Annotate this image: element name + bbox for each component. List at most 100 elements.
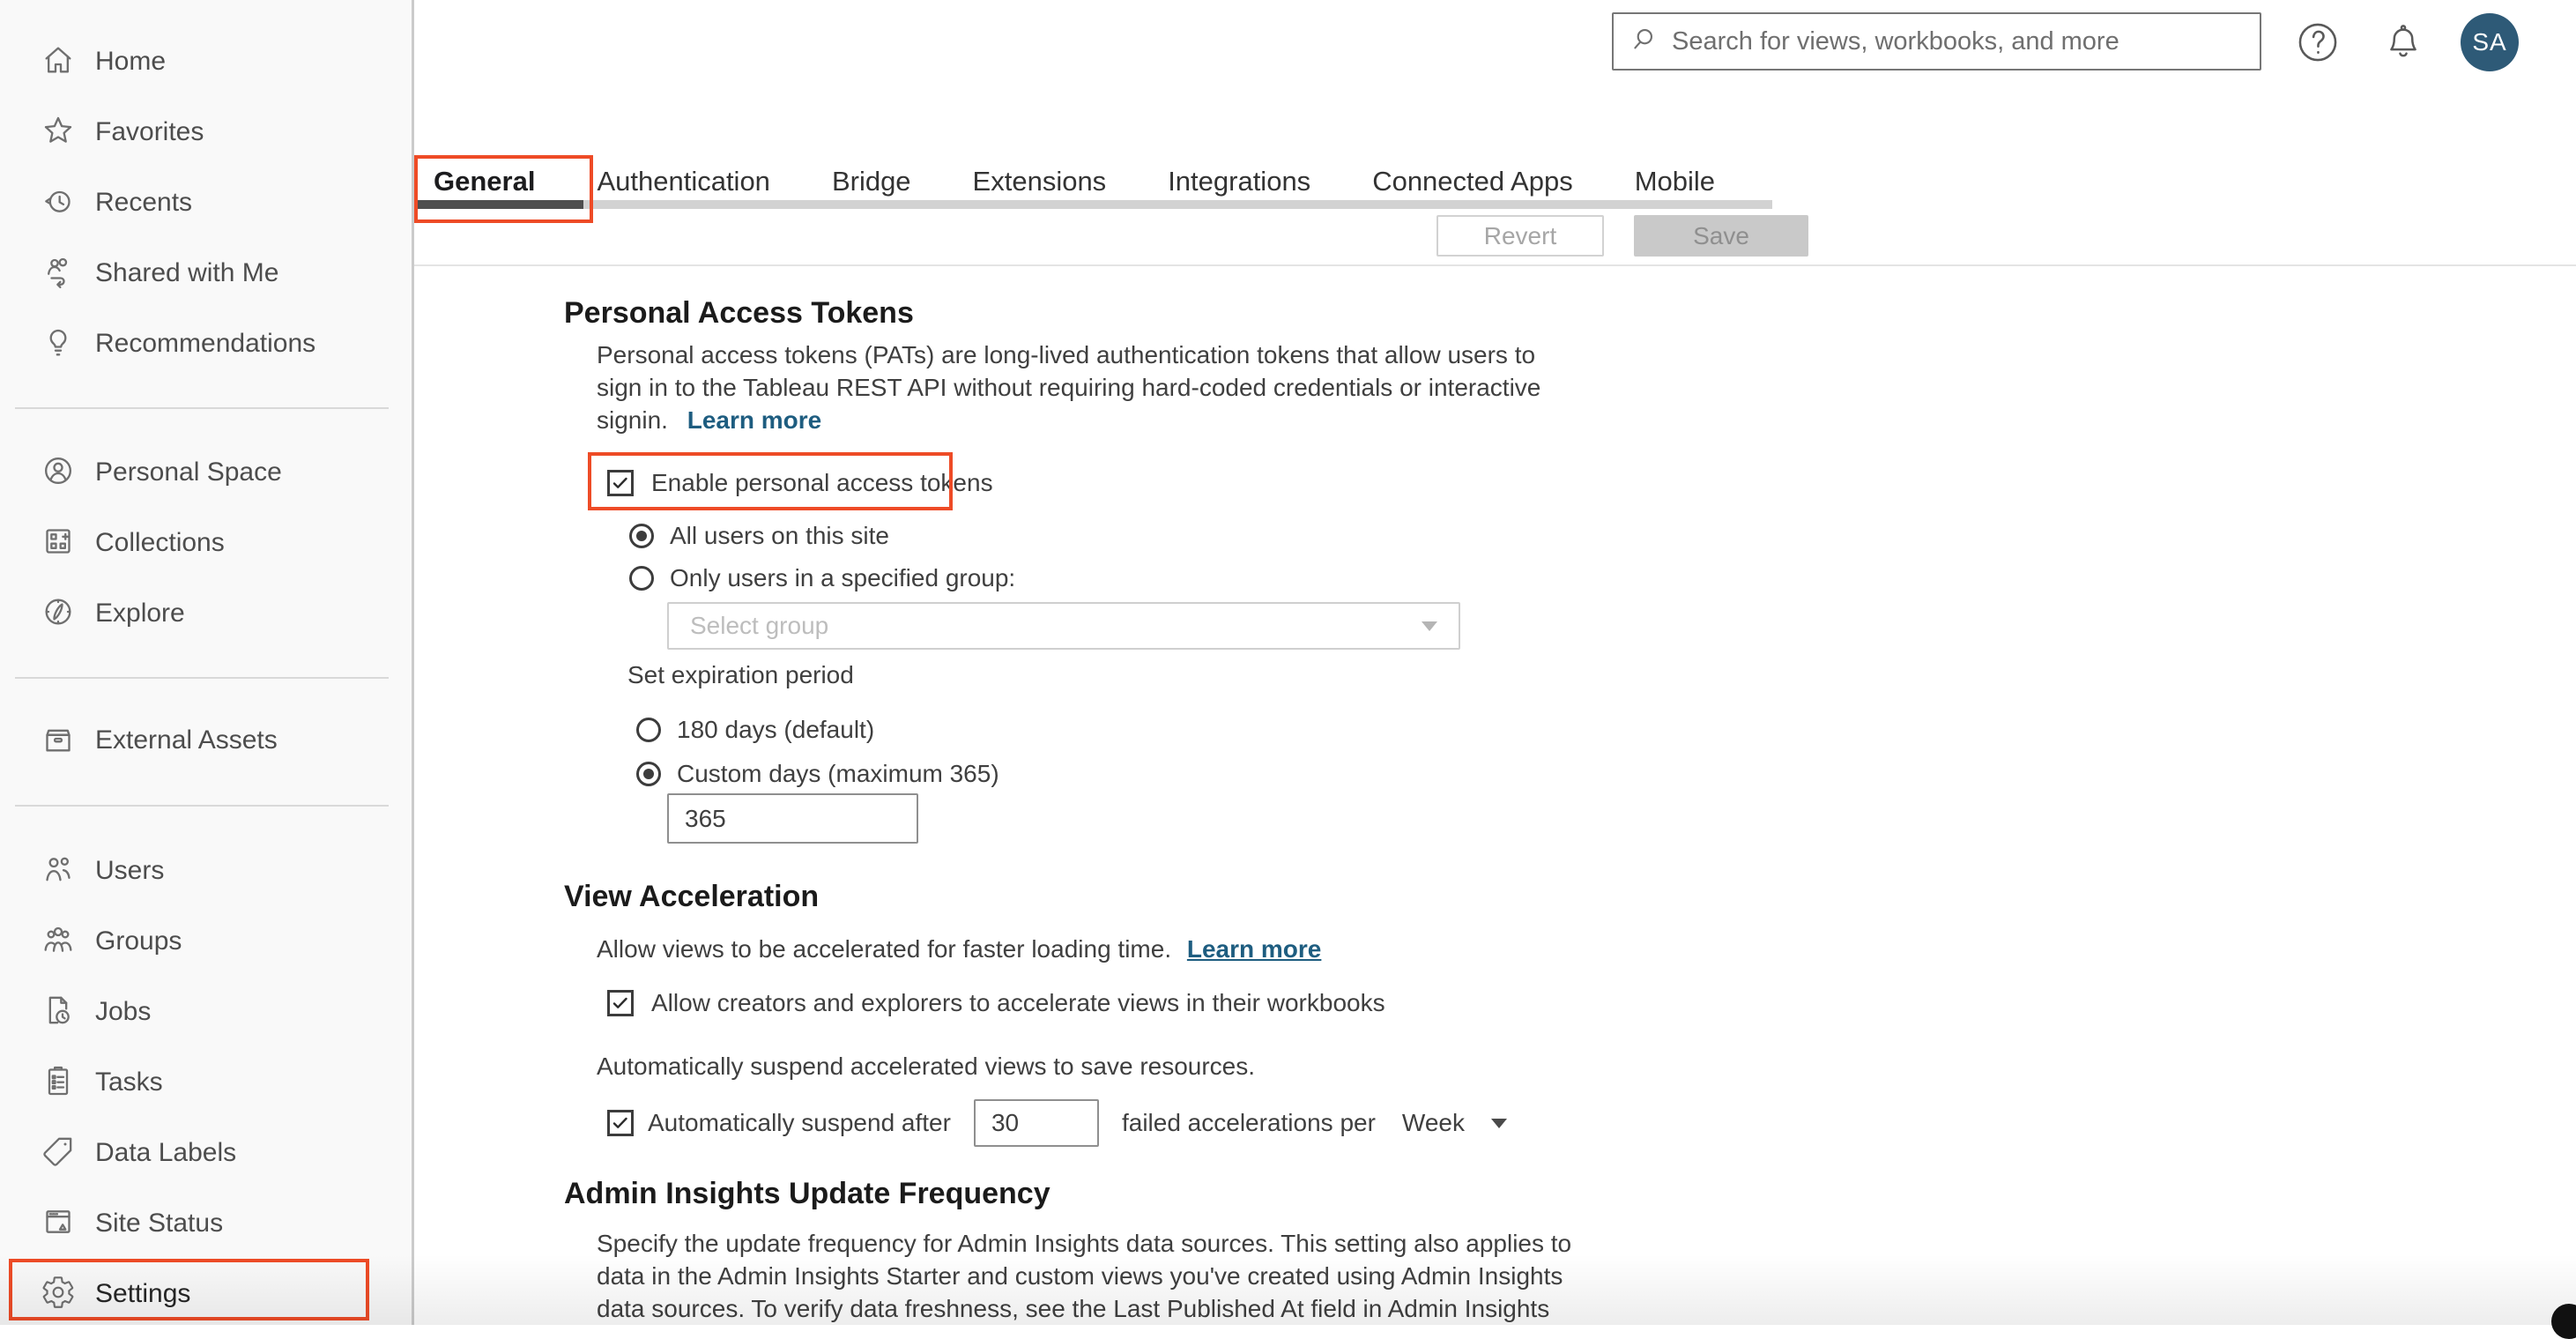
notifications-bell-icon[interactable] [2381, 21, 2425, 70]
suspend-checkbox[interactable] [607, 1110, 634, 1136]
all-users-radio[interactable] [629, 524, 654, 548]
sidebar-item-label: External Assets [95, 725, 278, 755]
sidebar-item-groups[interactable]: Groups [0, 906, 412, 977]
tab-connected-apps[interactable]: Connected Apps [1372, 166, 1573, 197]
sidebar-item-collections[interactable]: Collections [0, 508, 412, 578]
suspend-count-input[interactable] [973, 1099, 1099, 1147]
sidebar-item-jobs[interactable]: Jobs [0, 977, 412, 1047]
sidebar-item-site-status[interactable]: Site Status [0, 1188, 412, 1259]
sidebar-item-home[interactable]: Home [0, 26, 412, 97]
search-input[interactable] [1670, 26, 2260, 57]
sidebar-item-data-labels[interactable]: Data Labels [0, 1118, 412, 1188]
global-search [1612, 12, 2261, 71]
sidebar-divider [15, 805, 389, 807]
chevron-down-icon[interactable] [1491, 1118, 1507, 1128]
tab-underline-track [414, 200, 1772, 209]
enable-pat-label: Enable personal access tokens [651, 469, 993, 496]
collections-icon [41, 524, 76, 563]
custom-days-radio[interactable] [636, 762, 661, 786]
tab-integrations[interactable]: Integrations [1168, 166, 1310, 197]
tag-icon [41, 1134, 76, 1173]
site-status-icon [41, 1204, 76, 1244]
sidebar-item-explore[interactable]: Explore [0, 578, 412, 649]
explore-compass-icon [41, 594, 76, 634]
suspend-period-select[interactable]: Week [1402, 1109, 1465, 1137]
sidebar-item-users[interactable]: Users [0, 836, 412, 906]
pat-section-title: Personal Access Tokens [564, 296, 914, 330]
jobs-document-icon [41, 993, 76, 1032]
user-avatar[interactable]: SA [2461, 13, 2519, 71]
custom-days-row: Custom days (maximum 365) [636, 758, 999, 790]
tab-extensions[interactable]: Extensions [973, 166, 1107, 197]
save-button[interactable]: Save [1634, 215, 1808, 257]
select-group-dropdown[interactable]: Select group [667, 602, 1460, 650]
sidebar-item-label: Collections [95, 528, 225, 557]
sidebar-item-label: Settings [95, 1279, 191, 1308]
sidebar-item-label: Groups [95, 926, 182, 956]
pat-learn-more-link[interactable]: Learn more [687, 406, 822, 434]
groups-icon [41, 922, 76, 962]
custom-days-input[interactable] [667, 793, 918, 844]
pat-description: Personal access tokens (PATs) are long-l… [597, 341, 1541, 434]
view-accel-description: Allow views to be accelerated for faster… [597, 935, 1322, 963]
sidebar-item-label: Explore [95, 599, 185, 628]
recents-clock-icon [41, 183, 76, 223]
view-accel-section-title: View Acceleration [564, 880, 820, 913]
star-icon [41, 113, 76, 152]
tab-mobile[interactable]: Mobile [1635, 166, 1715, 197]
admin-insights-section-title: Admin Insights Update Frequency [564, 1177, 1050, 1210]
sidebar-item-tasks[interactable]: Tasks [0, 1047, 412, 1118]
lightbulb-icon [41, 324, 76, 364]
view-accel-learn-more-link[interactable]: Learn more [1187, 935, 1322, 963]
days-180-row: 180 days (default) [636, 714, 874, 746]
tasks-clipboard-icon [41, 1063, 76, 1103]
sidebar-item-label: Favorites [95, 117, 204, 146]
gear-icon [41, 1275, 76, 1314]
enable-pat-row: Enable personal access tokens [607, 462, 993, 504]
sidebar-item-settings[interactable]: Settings [0, 1259, 412, 1329]
sidebar-item-label: Recents [95, 188, 193, 217]
admin-insights-description: Specify the update frequency for Admin I… [597, 1230, 1572, 1322]
suspend-row: Automatically suspend after failed accel… [607, 1098, 1507, 1148]
suspend-before-label: Automatically suspend after [648, 1109, 951, 1136]
tab-underline-active [414, 200, 583, 209]
custom-days-label: Custom days (maximum 365) [677, 760, 999, 787]
chevron-down-icon [1422, 621, 1437, 631]
sidebar-item-personal-space[interactable]: Personal Space [0, 437, 412, 508]
tab-authentication[interactable]: Authentication [597, 166, 769, 197]
tab-general[interactable]: General [434, 166, 535, 197]
sidebar-item-label: Users [95, 856, 165, 885]
sidebar-item-shared-with-me[interactable]: Shared with Me [0, 238, 412, 309]
sidebar-item-external-assets[interactable]: External Assets [0, 705, 412, 776]
shared-with-me-icon [41, 254, 76, 294]
expiration-label: Set expiration period [627, 661, 854, 688]
sidebar-divider [15, 677, 389, 679]
enable-pat-checkbox[interactable] [607, 470, 634, 496]
sidebar-item-recommendations[interactable]: Recommendations [0, 309, 412, 379]
allow-accel-checkbox[interactable] [607, 990, 634, 1016]
sidebar-item-label: Recommendations [95, 329, 316, 358]
users-icon [41, 852, 76, 891]
settings-tabs: General Authentication Bridge Extensions… [434, 166, 1715, 197]
help-icon[interactable] [2293, 18, 2342, 71]
external-assets-icon [41, 721, 76, 761]
allow-accel-label: Allow creators and explorers to accelera… [651, 989, 1385, 1016]
sidebar-item-label: Tasks [95, 1067, 163, 1097]
sidebar-item-label: Data Labels [95, 1138, 237, 1167]
sidebar: Home Favorites Recents Shared with Me Re… [0, 0, 414, 1325]
revert-button[interactable]: Revert [1436, 215, 1604, 257]
sidebar-item-label: Personal Space [95, 457, 282, 487]
personal-space-icon [41, 453, 76, 493]
days-180-radio[interactable] [636, 718, 661, 742]
sidebar-item-favorites[interactable]: Favorites [0, 97, 412, 167]
specified-group-label: Only users in a specified group: [670, 564, 1016, 591]
sidebar-item-label: Site Status [95, 1209, 224, 1238]
days-180-label: 180 days (default) [677, 716, 875, 743]
allow-accel-row: Allow creators and explorers to accelera… [607, 984, 1385, 1023]
toolbar-divider [414, 264, 2576, 266]
tab-bridge[interactable]: Bridge [832, 166, 911, 197]
sidebar-item-recents[interactable]: Recents [0, 167, 412, 238]
specified-group-radio[interactable] [629, 566, 654, 591]
sidebar-item-label: Home [95, 47, 167, 76]
select-group-placeholder: Select group [690, 612, 829, 639]
